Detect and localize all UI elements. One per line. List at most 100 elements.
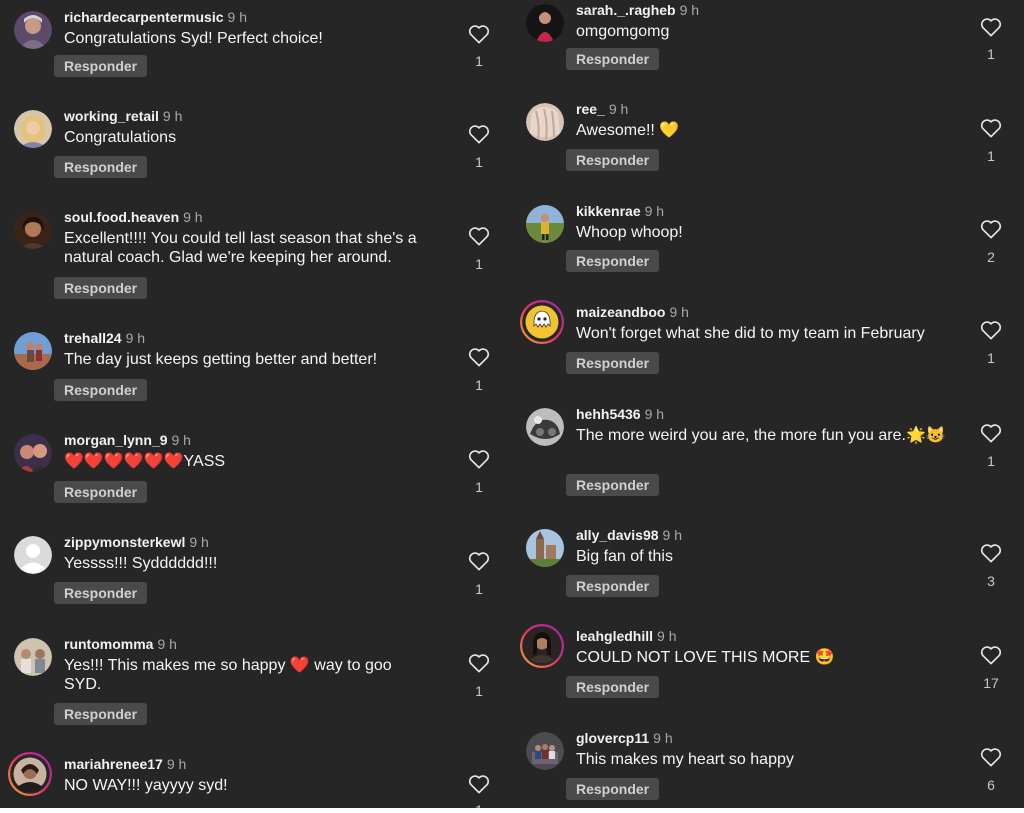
user-avatar[interactable]: [526, 205, 564, 243]
reply-button[interactable]: Responder: [566, 474, 660, 496]
heart-outline-icon[interactable]: [980, 747, 1002, 767]
username[interactable]: morgan_lynn_9: [64, 432, 167, 448]
heart-outline-icon[interactable]: [468, 24, 490, 44]
heart-outline-icon[interactable]: [980, 118, 1002, 138]
heart-outline-icon[interactable]: [980, 320, 1002, 340]
like-count: 1: [475, 377, 483, 393]
comment-header: working_retail 9 h: [64, 108, 182, 124]
reply-button[interactable]: Responder: [54, 582, 148, 604]
like-count: 1: [475, 53, 483, 69]
story-ring-avatar[interactable]: [8, 752, 52, 796]
username[interactable]: leahgledhill: [576, 628, 653, 644]
story-ring-avatar[interactable]: [520, 624, 564, 668]
comment-header: hehh5436 9 h: [576, 406, 664, 422]
reply-button[interactable]: Responder: [54, 481, 148, 503]
heart-outline-icon[interactable]: [468, 653, 490, 673]
username[interactable]: kikkenrae: [576, 203, 641, 219]
comment-time: 9 h: [679, 2, 700, 18]
comment-time: 9 h: [644, 203, 665, 219]
username[interactable]: maizeandboo: [576, 304, 665, 320]
reply-button[interactable]: Responder: [566, 48, 660, 70]
like-count: 1: [987, 46, 995, 62]
username[interactable]: hehh5436: [576, 406, 641, 422]
username[interactable]: sarah._.ragheb: [576, 2, 676, 18]
comment-text: Yes!!! This makes me so happy ❤️ way to …: [64, 657, 392, 693]
username[interactable]: mariahrenee17: [64, 756, 163, 772]
username[interactable]: glovercp11: [576, 730, 649, 746]
like-count: 1: [475, 479, 483, 495]
heart-outline-icon[interactable]: [468, 551, 490, 571]
reply-button[interactable]: Responder: [54, 277, 148, 299]
user-avatar[interactable]: [526, 408, 564, 446]
comment-header: ree_ 9 h: [576, 101, 628, 117]
like-count: 1: [460, 802, 498, 808]
comment-time: 9 h: [166, 756, 187, 772]
comment-text: This makes my heart so happy: [576, 751, 794, 768]
comment-header: maizeandboo 9 h: [576, 304, 689, 320]
username[interactable]: working_retail: [64, 108, 159, 124]
user-avatar[interactable]: [526, 4, 564, 42]
user-avatar[interactable]: [14, 110, 52, 148]
heart-outline-icon[interactable]: [980, 543, 1002, 563]
reply-button[interactable]: Responder: [566, 149, 660, 171]
default-user-avatar[interactable]: [14, 536, 52, 574]
reply-button[interactable]: Responder: [566, 778, 660, 800]
comment-time: 9 h: [227, 9, 247, 25]
username[interactable]: trehall24: [64, 330, 122, 346]
heart-outline-icon[interactable]: [468, 449, 490, 469]
comment-header: trehall24 9 h: [64, 330, 145, 346]
user-avatar[interactable]: [526, 529, 564, 567]
comment-text: COULD NOT LOVE THIS MORE 🤩: [576, 649, 835, 666]
username[interactable]: richardecarpentermusic: [64, 9, 224, 25]
reply-button[interactable]: Responder: [566, 352, 660, 374]
user-avatar[interactable]: [526, 732, 564, 770]
heart-outline-icon[interactable]: [980, 17, 1002, 37]
comment-header: zippymonsterkewl 9 h: [64, 534, 209, 550]
comment-time: 9 h: [669, 304, 689, 320]
heart-outline-icon[interactable]: [980, 423, 1002, 443]
comment-text: The day just keeps getting better and be…: [64, 351, 378, 368]
like-count: 6: [987, 777, 995, 793]
heart-outline-icon[interactable]: [468, 774, 490, 794]
comment-text: Won't forget what she did to my team in …: [576, 325, 925, 342]
user-avatar[interactable]: [14, 638, 52, 676]
user-avatar[interactable]: [14, 434, 52, 472]
like-count: 2: [987, 249, 995, 265]
story-ring-avatar[interactable]: [520, 300, 564, 344]
comment-time: 9 h: [608, 101, 629, 117]
comment-text: ❤️❤️❤️❤️❤️❤️YASS: [64, 453, 226, 470]
user-avatar[interactable]: [14, 332, 52, 370]
username[interactable]: ree_: [576, 101, 605, 117]
reply-button[interactable]: Responder: [54, 703, 148, 725]
heart-outline-icon[interactable]: [468, 347, 490, 367]
heart-outline-icon[interactable]: [980, 645, 1002, 665]
reply-button[interactable]: Responder: [54, 379, 148, 401]
comment-text: Big fan of this: [576, 548, 673, 565]
username[interactable]: zippymonsterkewl: [64, 534, 185, 550]
user-avatar[interactable]: [526, 103, 564, 141]
user-avatar[interactable]: [14, 211, 52, 249]
username[interactable]: soul.food.heaven: [64, 209, 179, 225]
heart-outline-icon[interactable]: [468, 226, 490, 246]
reply-button[interactable]: Responder: [54, 55, 148, 77]
reply-button[interactable]: Responder: [566, 250, 660, 272]
comment-text: Excellent!!!! You could tell last season…: [64, 230, 417, 266]
comment-time: 9 h: [657, 628, 677, 644]
reply-button[interactable]: Responder: [566, 575, 660, 597]
comment-time: 9 h: [125, 330, 146, 346]
right-comment-column: sarah._.ragheb 9 h omgomgomg Responder 1 …: [512, 0, 1024, 808]
heart-outline-icon[interactable]: [468, 124, 490, 144]
comment-header: morgan_lynn_9 9 h: [64, 432, 191, 448]
reply-button[interactable]: Responder: [566, 676, 660, 698]
comment-time: 9 h: [157, 636, 177, 652]
heart-outline-icon[interactable]: [980, 219, 1002, 239]
comment-text: omgomgomg: [576, 23, 670, 40]
comment-text: Congratulations: [64, 129, 177, 146]
username[interactable]: ally_davis98: [576, 527, 659, 543]
comment-time: 9 h: [653, 730, 673, 746]
user-avatar[interactable]: [14, 11, 52, 49]
username[interactable]: runtomomma: [64, 636, 153, 652]
like-count: 1: [987, 453, 995, 469]
reply-button[interactable]: Responder: [54, 156, 148, 178]
like-count: 3: [987, 573, 995, 589]
